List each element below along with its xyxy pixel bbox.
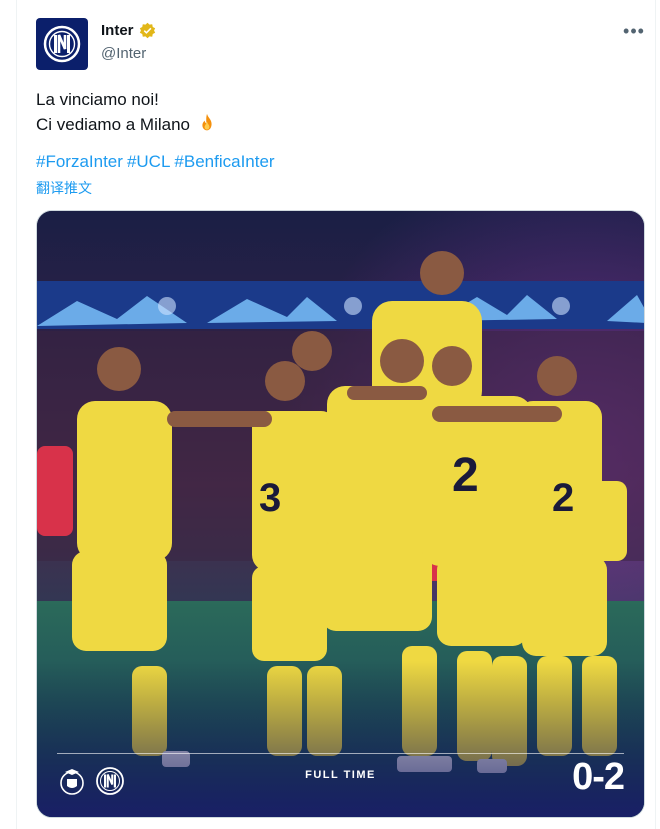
inter-logo-icon bbox=[43, 25, 81, 63]
svg-text:2: 2 bbox=[552, 476, 574, 520]
celebration-photo: 3 2 2 bbox=[37, 211, 644, 817]
tweet-line-2-text: Ci vediamo a Milano bbox=[36, 115, 191, 134]
avatar[interactable] bbox=[36, 18, 88, 70]
hashtag-link[interactable]: #UCL bbox=[127, 152, 170, 171]
translate-tweet-link[interactable]: 翻译推文 bbox=[36, 178, 92, 198]
svg-text:3: 3 bbox=[259, 476, 281, 520]
fire-icon bbox=[202, 113, 212, 131]
score-banner: FULL TIME 0-2 bbox=[57, 753, 625, 799]
svg-text:2: 2 bbox=[452, 449, 479, 502]
full-time-label: FULL TIME bbox=[305, 769, 376, 781]
tweet-line-2: Ci vediamo a Milano bbox=[36, 112, 218, 137]
hashtag-link[interactable]: #ForzaInter bbox=[36, 152, 123, 171]
tweet-text: La vinciamo noi! Ci vediamo a Milano bbox=[36, 88, 218, 137]
verified-badge-icon bbox=[139, 22, 155, 39]
handle[interactable]: @Inter bbox=[101, 45, 146, 62]
tweet-card[interactable]: Inter @Inter ••• La vinciamo noi! Ci ved… bbox=[16, 0, 656, 829]
tweet-line-1: La vinciamo noi! bbox=[36, 90, 159, 109]
display-name[interactable]: Inter bbox=[101, 22, 134, 39]
hashtags: #ForzaInter #UCL #BenficaInter bbox=[36, 152, 279, 172]
hashtag-link[interactable]: #BenficaInter bbox=[174, 152, 274, 171]
more-horizontal-icon: ••• bbox=[623, 20, 645, 41]
more-options-button[interactable]: ••• bbox=[623, 20, 645, 42]
match-score: 0-2 bbox=[572, 756, 625, 798]
tweet-media[interactable]: 3 2 2 FULL TIME 0-2 bbox=[36, 210, 645, 818]
